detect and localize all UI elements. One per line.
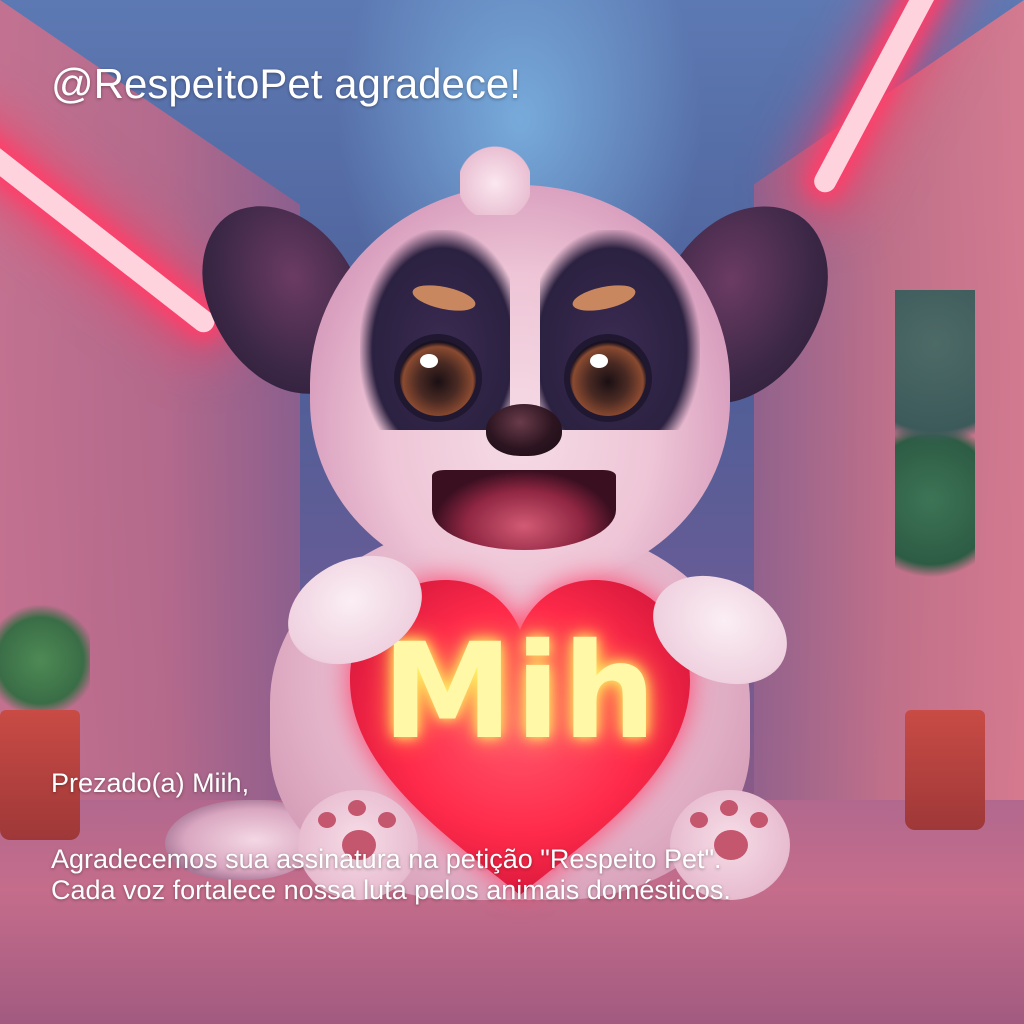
puppy-right-eye (570, 340, 646, 416)
left-plant (0, 600, 90, 710)
message-line-1: Agradecemos sua assinatura na petição "R… (51, 844, 722, 874)
puppy-mouth (432, 470, 616, 550)
puppy-left-eye (400, 340, 476, 416)
puppy-head-tuft (460, 145, 530, 215)
page-title: @RespeitoPet agradece! (51, 60, 521, 107)
thank-you-message: Prezado(a) Miih, Agradecemos sua assinat… (51, 768, 991, 906)
message-greeting: Prezado(a) Miih, (51, 768, 250, 798)
puppy-nose (486, 404, 562, 456)
right-plant (895, 290, 975, 590)
message-line-2: Cada voz fortalece nossa luta pelos anim… (51, 875, 731, 905)
